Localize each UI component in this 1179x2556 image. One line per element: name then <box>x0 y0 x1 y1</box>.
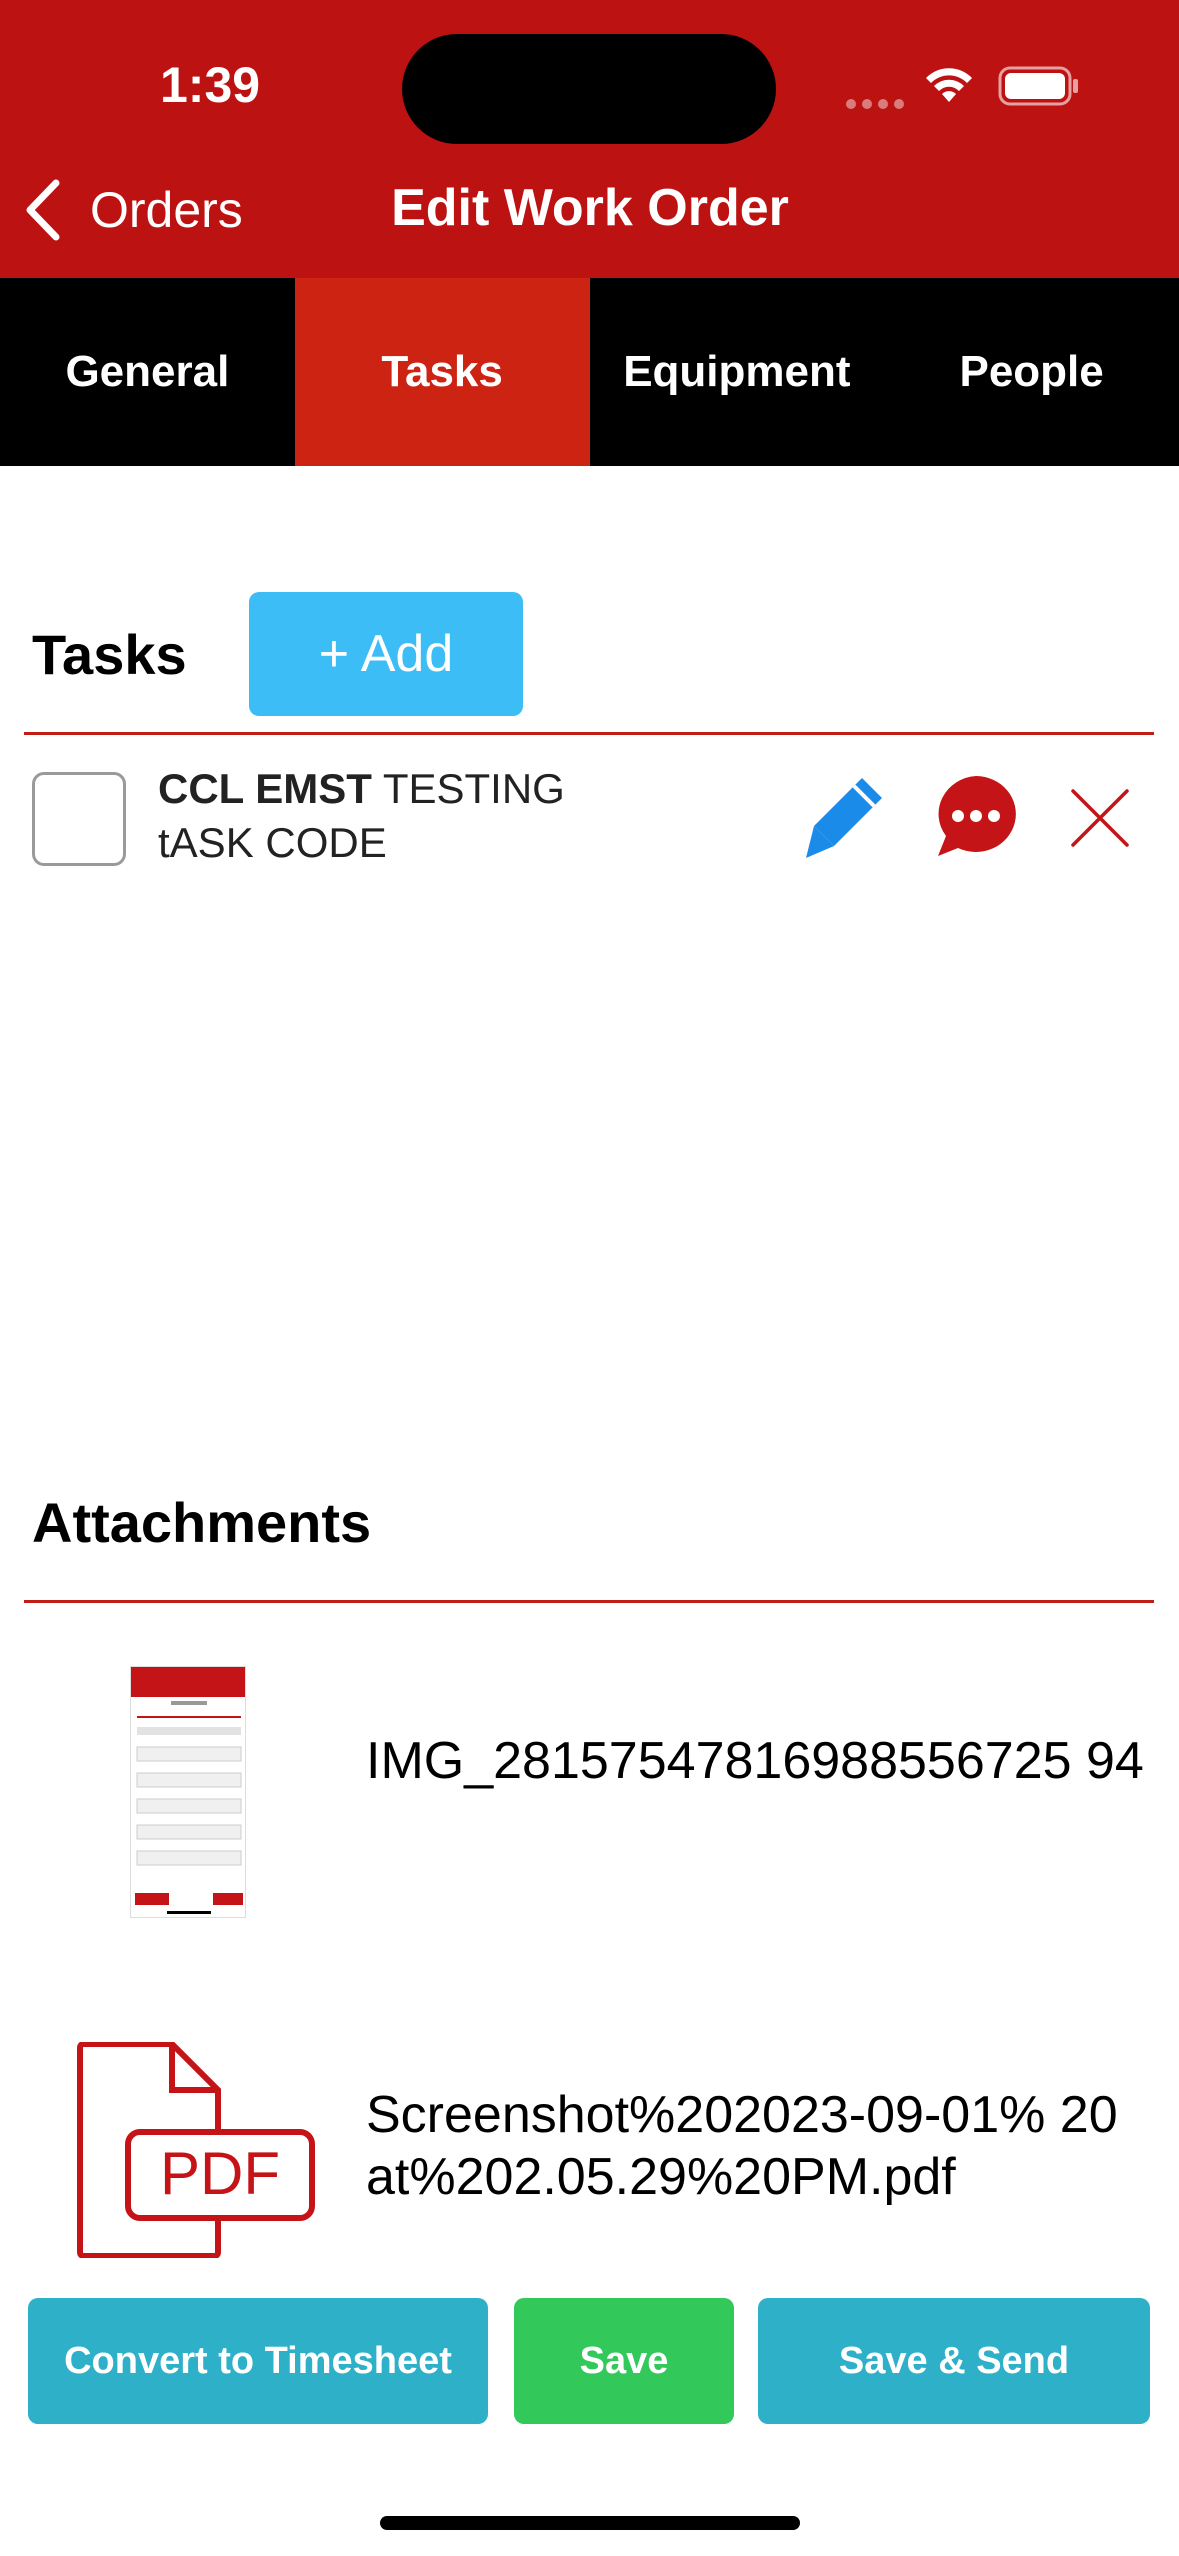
attachments-divider <box>24 1600 1154 1603</box>
attachments-heading: Attachments <box>32 1491 372 1554</box>
attachment-name: IMG_28157547816988556725 94 <box>366 1732 1144 1790</box>
back-label: Orders <box>90 182 243 238</box>
tab-people[interactable]: People <box>884 278 1179 466</box>
edit-work-order-screen: 1:39 Orders Edit Work Order General Task… <box>0 0 1179 2556</box>
pdf-file-icon: PDF <box>76 2041 316 2263</box>
dynamic-island <box>402 34 776 144</box>
convert-to-timesheet-button[interactable]: Convert to Timesheet <box>28 2298 488 2424</box>
tab-tasks[interactable]: Tasks <box>294 278 590 466</box>
delete-close-icon[interactable] <box>1070 788 1130 853</box>
tab-bar: General Tasks Equipment People <box>0 278 1179 466</box>
comment-icon[interactable] <box>932 772 1020 865</box>
status-time: 1:39 <box>160 57 261 113</box>
attachment-name: Screenshot%202023-09-01% 20at%202.05.29%… <box>366 2086 1118 2206</box>
task-name-line2: tASK CODE <box>158 819 387 866</box>
task-name: TESTING <box>382 765 565 812</box>
tasks-heading: Tasks <box>32 623 187 686</box>
add-task-button[interactable]: + Add <box>249 592 523 716</box>
nav-header: 1:39 Orders Edit Work Order <box>0 0 1179 278</box>
task-checkbox[interactable] <box>32 772 126 866</box>
cellular-signal-icon <box>846 96 910 114</box>
tab-general[interactable]: General <box>0 278 295 466</box>
battery-icon <box>998 66 1080 111</box>
task-code: CCL EMST <box>158 765 372 812</box>
tasks-divider <box>24 732 1154 735</box>
tab-equipment[interactable]: Equipment <box>590 278 885 466</box>
svg-text:PDF: PDF <box>160 2140 280 2207</box>
save-button[interactable]: Save <box>514 2298 734 2424</box>
chevron-left-icon <box>26 179 60 241</box>
home-indicator[interactable] <box>380 2516 800 2530</box>
attachment-thumbnail <box>130 1666 246 1918</box>
back-button[interactable]: Orders <box>24 178 243 242</box>
task-label: CCL EMST TESTING tASK CODE <box>158 762 678 870</box>
edit-pencil-icon[interactable] <box>804 772 888 869</box>
page-title: Edit Work Order <box>391 179 789 237</box>
save-and-send-button[interactable]: Save & Send <box>758 2298 1150 2424</box>
wifi-icon <box>922 62 976 111</box>
